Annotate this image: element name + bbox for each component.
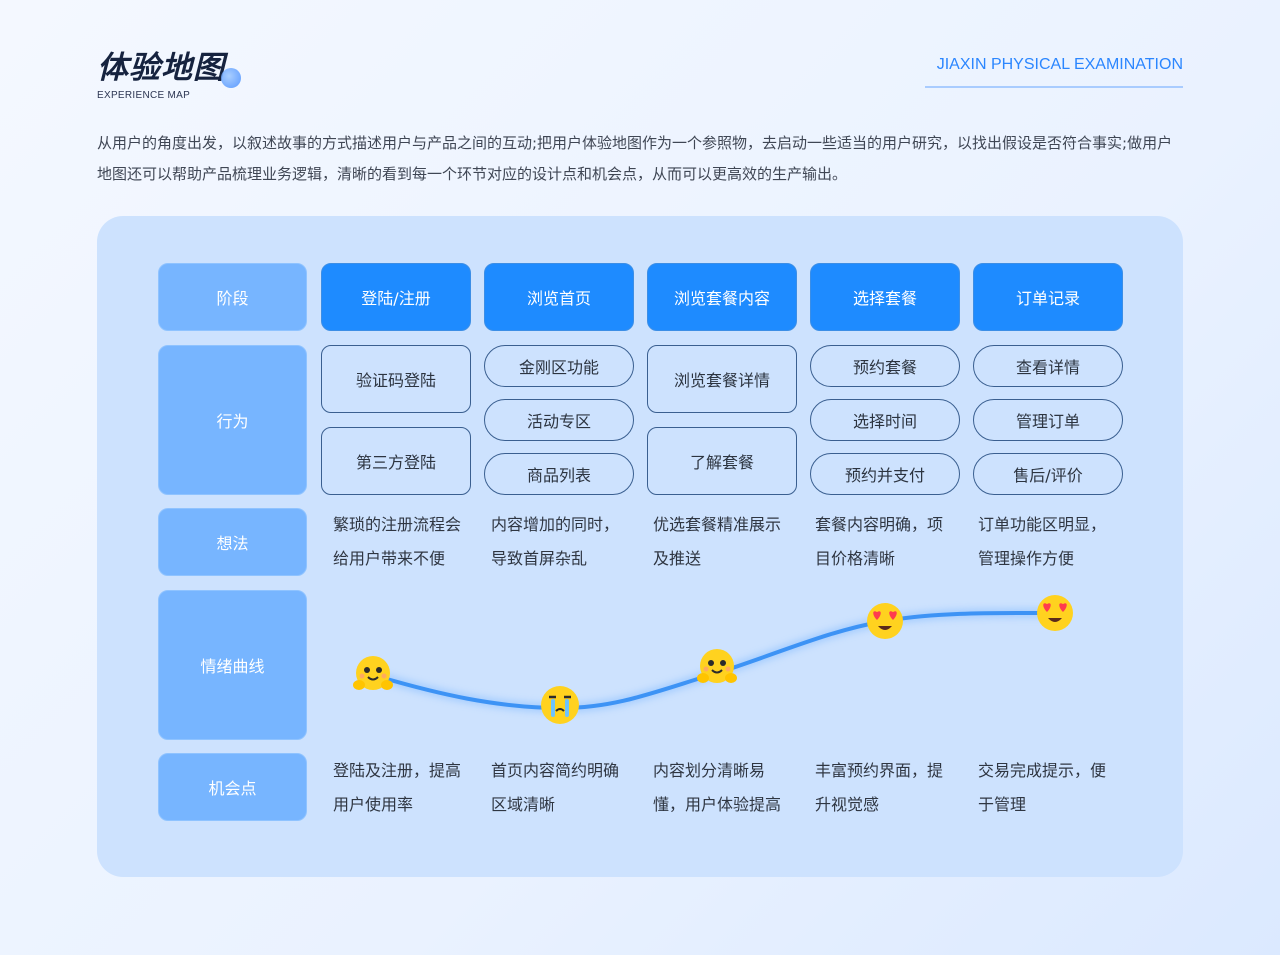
opportunity-2: 首页内容简约明确 区域清晰 [491,754,619,822]
happy-face-icon [353,656,393,690]
page-subtitle: EXPERIENCE MAP [97,90,191,101]
opportunity-3-line-1: 内容划分清晰易 [653,761,766,780]
intro-paragraph: 从用户的角度出发，以叙述故事的方式描述用户与产品之间的互动;把用户体验地图作为一… [97,134,1173,183]
title-block: 体验地图 EXPERIENCE MAP [97,50,241,101]
page-title-text: 体验地图 [97,50,225,86]
opportunity-3-line-2: 懂，用户体验提高 [653,795,782,814]
opportunity-1-line-2: 用户使用率 [333,795,414,814]
opportunity-5-line-2: 于管理 [978,795,1027,814]
crying-face-icon [541,686,579,724]
opportunity-1: 登陆及注册，提高 用户使用率 [333,754,461,822]
brand-label: JIAXIN PHYSICAL EXAMINATION [925,56,1183,88]
opportunity-5: 交易完成提示，便 于管理 [978,754,1106,822]
experience-map-panel: 阶段 行为 想法 情绪曲线 机会点 登陆/注册 浏览首页 浏览套餐内容 选择套餐… [97,216,1183,877]
opportunity-2-line-1: 首页内容简约明确 [491,761,620,780]
page-title: 体验地图 [97,50,241,88]
heart-eyes-face-icon [867,603,903,639]
opportunity-4-line-1: 丰富预约界面，提 [815,761,944,780]
opportunity-4-line-2: 升视觉感 [815,795,880,814]
opportunity-5-line-1: 交易完成提示，便 [978,761,1107,780]
title-dot-icon [221,68,241,88]
opportunity-3: 内容划分清晰易 懂，用户体验提高 [653,754,781,822]
opportunity-4: 丰富预约界面，提 升视觉感 [815,754,943,822]
opportunity-1-line-1: 登陆及注册，提高 [333,761,462,780]
happy-face-icon [697,649,737,683]
heart-eyes-face-icon [1037,595,1073,631]
opportunity-2-line-2: 区域清晰 [491,795,556,814]
